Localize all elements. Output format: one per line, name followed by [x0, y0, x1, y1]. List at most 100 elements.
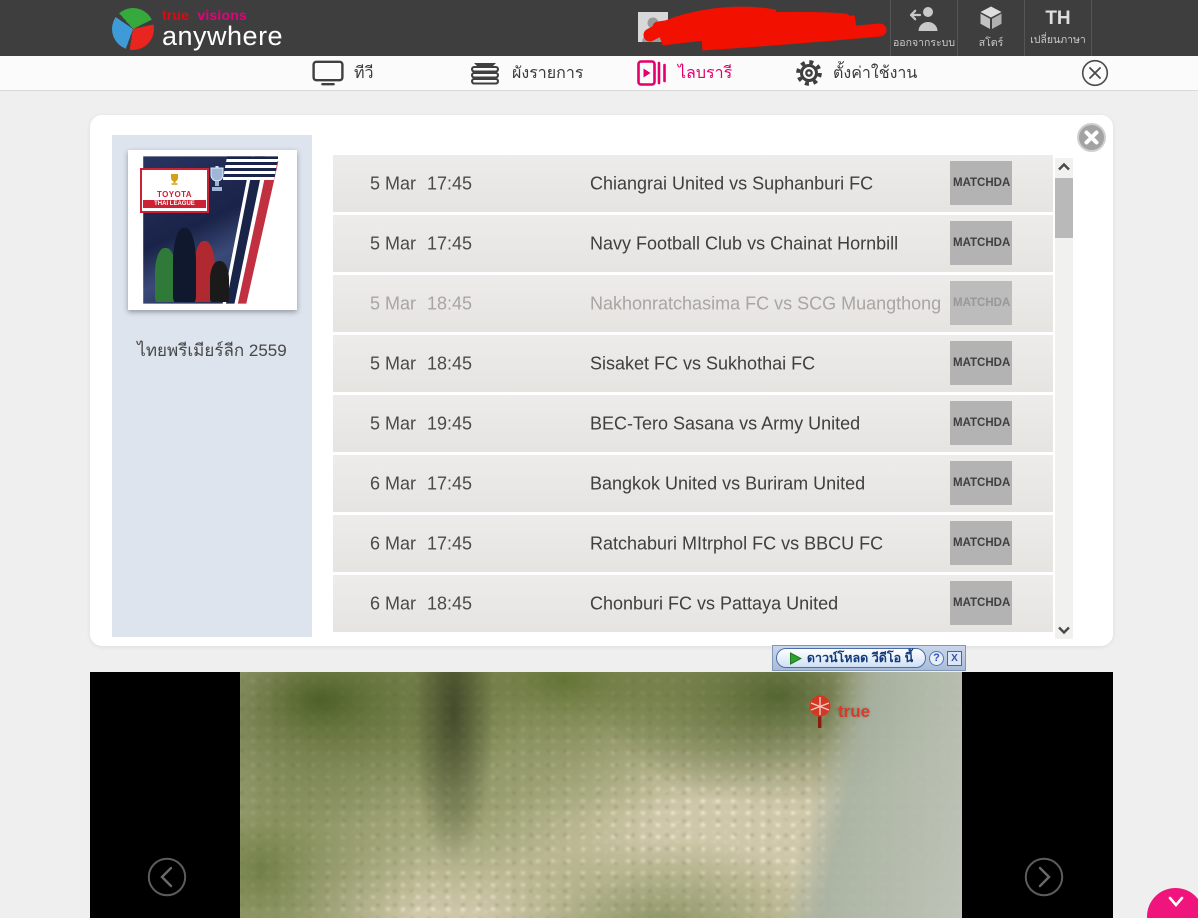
match-title: Nakhonratchasima FC vs SCG Muangthong	[590, 293, 942, 313]
watermark-text: true	[838, 702, 871, 721]
players-silhouettes	[152, 209, 240, 302]
download-button-label: ดาวน์โหลด วีดีโอ นี้	[806, 651, 914, 665]
match-title: Sisaket FC vs Sukhothai FC	[590, 353, 816, 373]
redaction-scribble	[643, 6, 887, 51]
match-time: 18:45	[427, 353, 473, 373]
match-row[interactable]: 6 Mar 18:45 Chonburi FC vs Pattaya Unite…	[333, 575, 1053, 632]
tv-icon	[312, 60, 344, 86]
tab-settings[interactable]: ตั้งค่าใช้งาน	[795, 56, 917, 90]
matchday-badge: MATCHDA	[950, 581, 1012, 625]
league-title: ไทยพรีเมียร์ลีก 2559	[137, 341, 287, 360]
match-title: Navy Football Club vs Chainat Hornbill	[590, 233, 899, 253]
match-date: 5 Mar	[370, 413, 417, 433]
match-date: 6 Mar	[370, 593, 417, 613]
download-help-button[interactable]: ?	[929, 650, 944, 666]
poster-sub-text: THAI LEAGUE	[142, 199, 207, 208]
matchday-badge: MATCHDA	[950, 401, 1012, 445]
download-close-button[interactable]: X	[947, 650, 962, 666]
library-icon	[637, 60, 666, 86]
scroll-down-icon[interactable]	[1057, 624, 1071, 636]
match-time: 17:45	[427, 173, 473, 193]
matchday-badge: MATCHDA	[950, 281, 1012, 325]
tab-tv[interactable]: ทีวี	[312, 56, 374, 90]
match-time: 17:45	[427, 533, 473, 553]
main-nav: ทีวี ผังรายการ ไลบรารี ตั้งค่าใช้งาน	[0, 56, 1198, 91]
header-divider	[1091, 0, 1092, 56]
poster-brand-text: TOYOTA	[156, 189, 192, 199]
match-time: 18:45	[427, 293, 473, 313]
match-date: 6 Mar	[370, 473, 417, 493]
true-tree-logo-icon	[809, 695, 831, 728]
match-time: 18:45	[427, 593, 473, 613]
tab-guide[interactable]: ผังรายการ	[468, 56, 583, 90]
channel-watermark: true	[805, 694, 870, 730]
close-icon	[1084, 130, 1099, 145]
next-arrow-button[interactable]	[1024, 857, 1064, 897]
store-button[interactable]: สโตร์	[957, 0, 1024, 56]
close-chevron-icon	[1168, 896, 1183, 907]
toyota-thai-league-logo: TOYOTA THAI LEAGUE	[139, 167, 210, 213]
scrollbar-thumb[interactable]	[1055, 178, 1073, 238]
match-row[interactable]: 6 Mar 17:45 Bangkok United vs Buriram Un…	[333, 455, 1053, 512]
match-title: Chiangrai United vs Suphanburi FC	[590, 173, 874, 193]
match-time: 19:45	[427, 413, 473, 433]
match-list: 5 Mar 17:45 Chiangrai United vs Suphanbu…	[333, 155, 1053, 635]
store-label: สโตร์	[978, 37, 1004, 49]
language-code: TH	[1045, 7, 1071, 29]
chevron-left-icon	[147, 857, 187, 897]
match-date: 5 Mar	[370, 233, 417, 253]
matchday-badge: MATCHDA	[950, 161, 1012, 205]
app-header: true visions anywhere ออกจากระบบ สโตร์ T…	[0, 0, 1198, 56]
match-row[interactable]: 5 Mar 17:45 Chiangrai United vs Suphanbu…	[333, 155, 1053, 212]
match-time: 17:45	[427, 473, 473, 493]
tab-library[interactable]: ไลบรารี	[637, 56, 732, 90]
match-row[interactable]: 5 Mar 19:45 BEC-Tero Sasana vs Army Unit…	[333, 395, 1053, 452]
tab-guide-label: ผังรายการ	[512, 64, 584, 82]
floating-pink-button[interactable]	[1147, 888, 1198, 918]
match-time: 17:45	[427, 233, 473, 253]
panel-close-button[interactable]	[1077, 123, 1106, 152]
match-date: 6 Mar	[370, 533, 417, 553]
guide-icon	[471, 63, 499, 85]
video-frame[interactable]: true	[240, 672, 962, 918]
league-sidebar: TOYOTA THAI LEAGUE ไทยพรีเมียร์ลีก 2559	[112, 135, 312, 637]
match-date: 5 Mar	[370, 293, 417, 313]
gold-trophy-icon	[170, 173, 178, 185]
match-title: Bangkok United vs Buriram United	[590, 473, 866, 493]
video-player[interactable]: true	[90, 672, 1113, 918]
play-download-icon	[789, 651, 802, 665]
list-scrollbar[interactable]	[1055, 158, 1073, 639]
close-icon	[1081, 59, 1109, 87]
match-title: BEC-Tero Sasana vs Army United	[590, 413, 861, 433]
match-row[interactable]: 6 Mar 17:45 Ratchaburi MItrphol FC vs BB…	[333, 515, 1053, 572]
league-poster[interactable]: TOYOTA THAI LEAGUE	[128, 150, 297, 310]
tab-library-label: ไลบรารี	[678, 64, 733, 82]
language-label: เปลี่ยนภาษา	[1030, 33, 1086, 46]
match-row[interactable]: 5 Mar 17:45 Navy Football Club vs Chaina…	[333, 215, 1053, 272]
matchday-badge: MATCHDA	[950, 461, 1012, 505]
download-video-button[interactable]: ดาวน์โหลด วีดีโอ นี้	[776, 648, 926, 668]
scroll-up-icon[interactable]	[1057, 161, 1071, 173]
logout-label: ออกจากระบบ	[893, 37, 955, 49]
truevisions-swirl-icon	[112, 8, 154, 50]
language-button[interactable]: TH เปลี่ยนภาษา	[1024, 0, 1091, 56]
match-date: 5 Mar	[370, 173, 417, 193]
library-panel: TOYOTA THAI LEAGUE ไทยพรีเมียร์ลีก 2559 …	[90, 115, 1113, 646]
tab-tv-label: ทีวี	[354, 64, 374, 82]
prev-arrow-button[interactable]	[147, 857, 187, 897]
settings-gear-icon	[796, 60, 822, 86]
matchday-badge: MATCHDA	[950, 341, 1012, 385]
matchday-badge: MATCHDA	[950, 521, 1012, 565]
tab-settings-label: ตั้งค่าใช้งาน	[833, 64, 918, 82]
store-cube-icon	[980, 6, 1002, 29]
match-title: Chonburi FC vs Pattaya United	[590, 593, 839, 613]
brand-logo: true visions anywhere	[112, 6, 283, 52]
matchday-badge: MATCHDA	[950, 221, 1012, 265]
match-row[interactable]: 5 Mar 18:45 Sisaket FC vs Sukhothai FC M…	[333, 335, 1053, 392]
logout-icon	[909, 7, 938, 31]
logout-button[interactable]: ออกจากระบบ	[890, 0, 957, 56]
nav-close-button[interactable]	[1081, 59, 1109, 87]
match-row[interactable]: 5 Mar 18:45 Nakhonratchasima FC vs SCG M…	[333, 275, 1053, 332]
match-date: 5 Mar	[370, 353, 417, 373]
chevron-right-icon	[1024, 857, 1064, 897]
